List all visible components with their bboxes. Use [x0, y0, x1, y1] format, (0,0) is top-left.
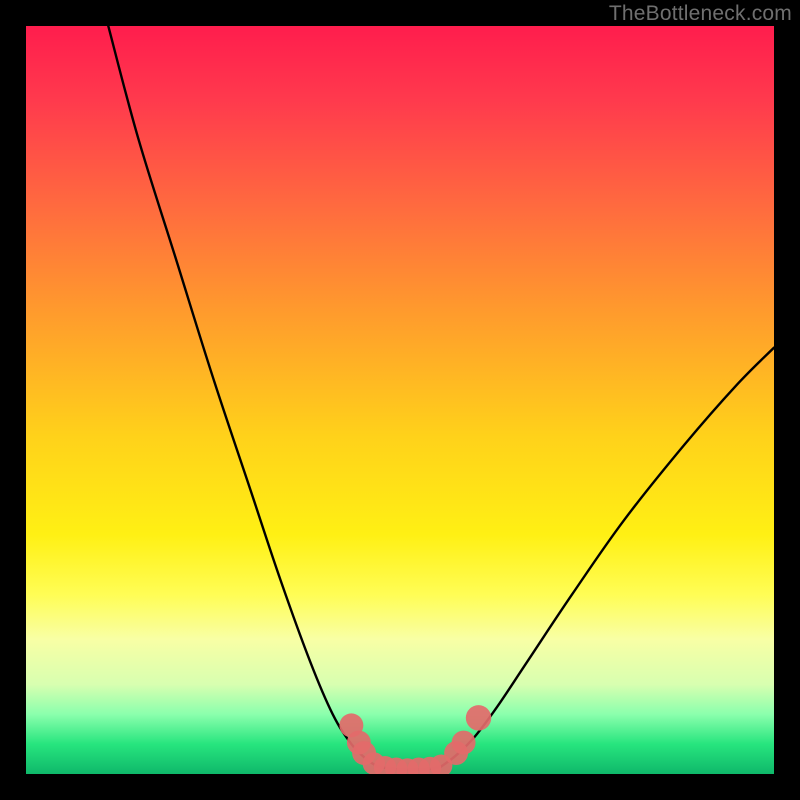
data-marker: [452, 731, 476, 755]
curve-left-curve: [108, 26, 377, 767]
bottleneck-curve: [26, 26, 774, 774]
data-marker: [466, 705, 491, 730]
plot-area: [26, 26, 774, 774]
curve-right-curve: [441, 348, 774, 767]
chart-frame: TheBottleneck.com: [0, 0, 800, 800]
watermark-text: TheBottleneck.com: [609, 2, 792, 26]
